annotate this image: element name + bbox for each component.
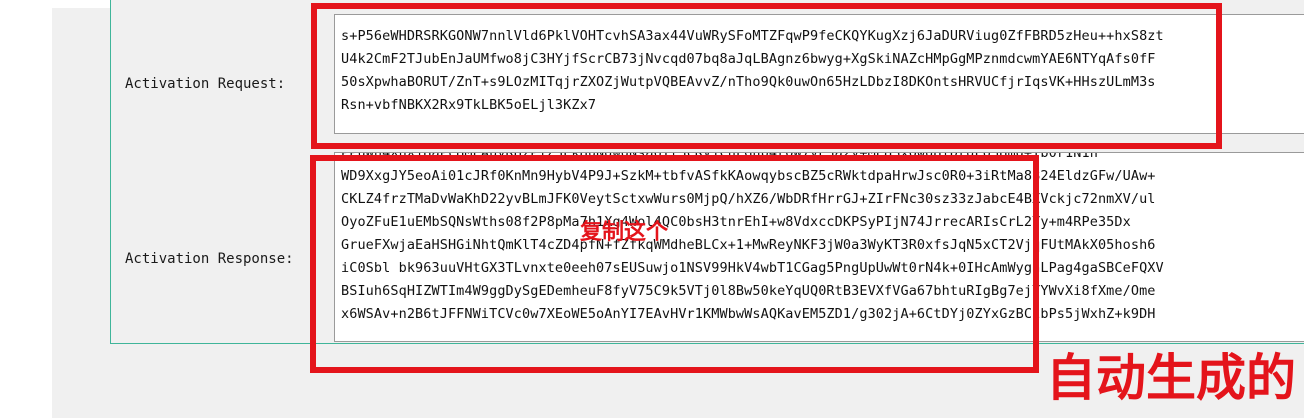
request-text-line: s+P56eWHDRSRKGONW7nnlVld6PklVOHTcvhSA3ax… (341, 28, 1164, 44)
request-text-line: Rsn+vbfNBKX2Rx9TkLBK5oELjl3KZx7 (341, 97, 597, 113)
response-text-line: BSIuh6SqHIZWTIm4W9ggDySgEDemheuF8fyV75C9… (341, 283, 1156, 299)
activation-request-label: Activation Request: (125, 76, 286, 92)
left-margin (0, 0, 52, 418)
activation-response-textbox[interactable]: PPuWn4XhXjHaPcHMEAuyR8zPiZ3Lk8uNgwqNsa6T… (334, 152, 1304, 342)
response-text-line: PPuWn4XhXjHaPcHMEAuyR8zPiZ3Lk8uNgwqNsa6T… (341, 152, 1098, 161)
response-text-line: OyoZFuE1uEMbSQNsWths08f2P8pMa7h1Xg4Wol4Q… (341, 214, 1131, 230)
response-text-line: WD9XxgJY5eoAi01cJRf0KnMn9HybV4P9J+SzkM+t… (341, 168, 1156, 184)
activation-response-label: Activation Response: (125, 251, 294, 267)
response-text-line: iC0Sbl bk963uuVHtGX3TLvnxte0eeh07sEUSuwj… (341, 260, 1164, 276)
request-text-line: U4k2CmF2TJubEnJaUMfwo8jC3HYjfScrCB73jNvc… (341, 51, 1156, 67)
response-text-line: GrueFXwjaEaHSHGiNhtQmKlT4cZD4pfN+fZfkqWM… (341, 237, 1156, 253)
auto-generated-annotation: 自动生成的 (1046, 349, 1296, 407)
activation-request-textbox[interactable]: s+P56eWHDRSRKGONW7nnlVld6PklVOHTcvhSA3ax… (334, 14, 1304, 134)
request-text-line: 50sXpwhaBORUT/ZnT+s9LOzMITqjrZXOZjWutpVQ… (341, 74, 1156, 90)
response-text-line: x6WSAv+n2B6tJFFNWiTCVc0w7XEoWE5oAnYI7EAv… (341, 306, 1156, 322)
copy-this-annotation: 复制这个 (580, 220, 669, 245)
response-text-line: CKLZ4frzTMaDvWaKhD22yvBLmJFK0VeytSctxwWu… (341, 191, 1156, 207)
